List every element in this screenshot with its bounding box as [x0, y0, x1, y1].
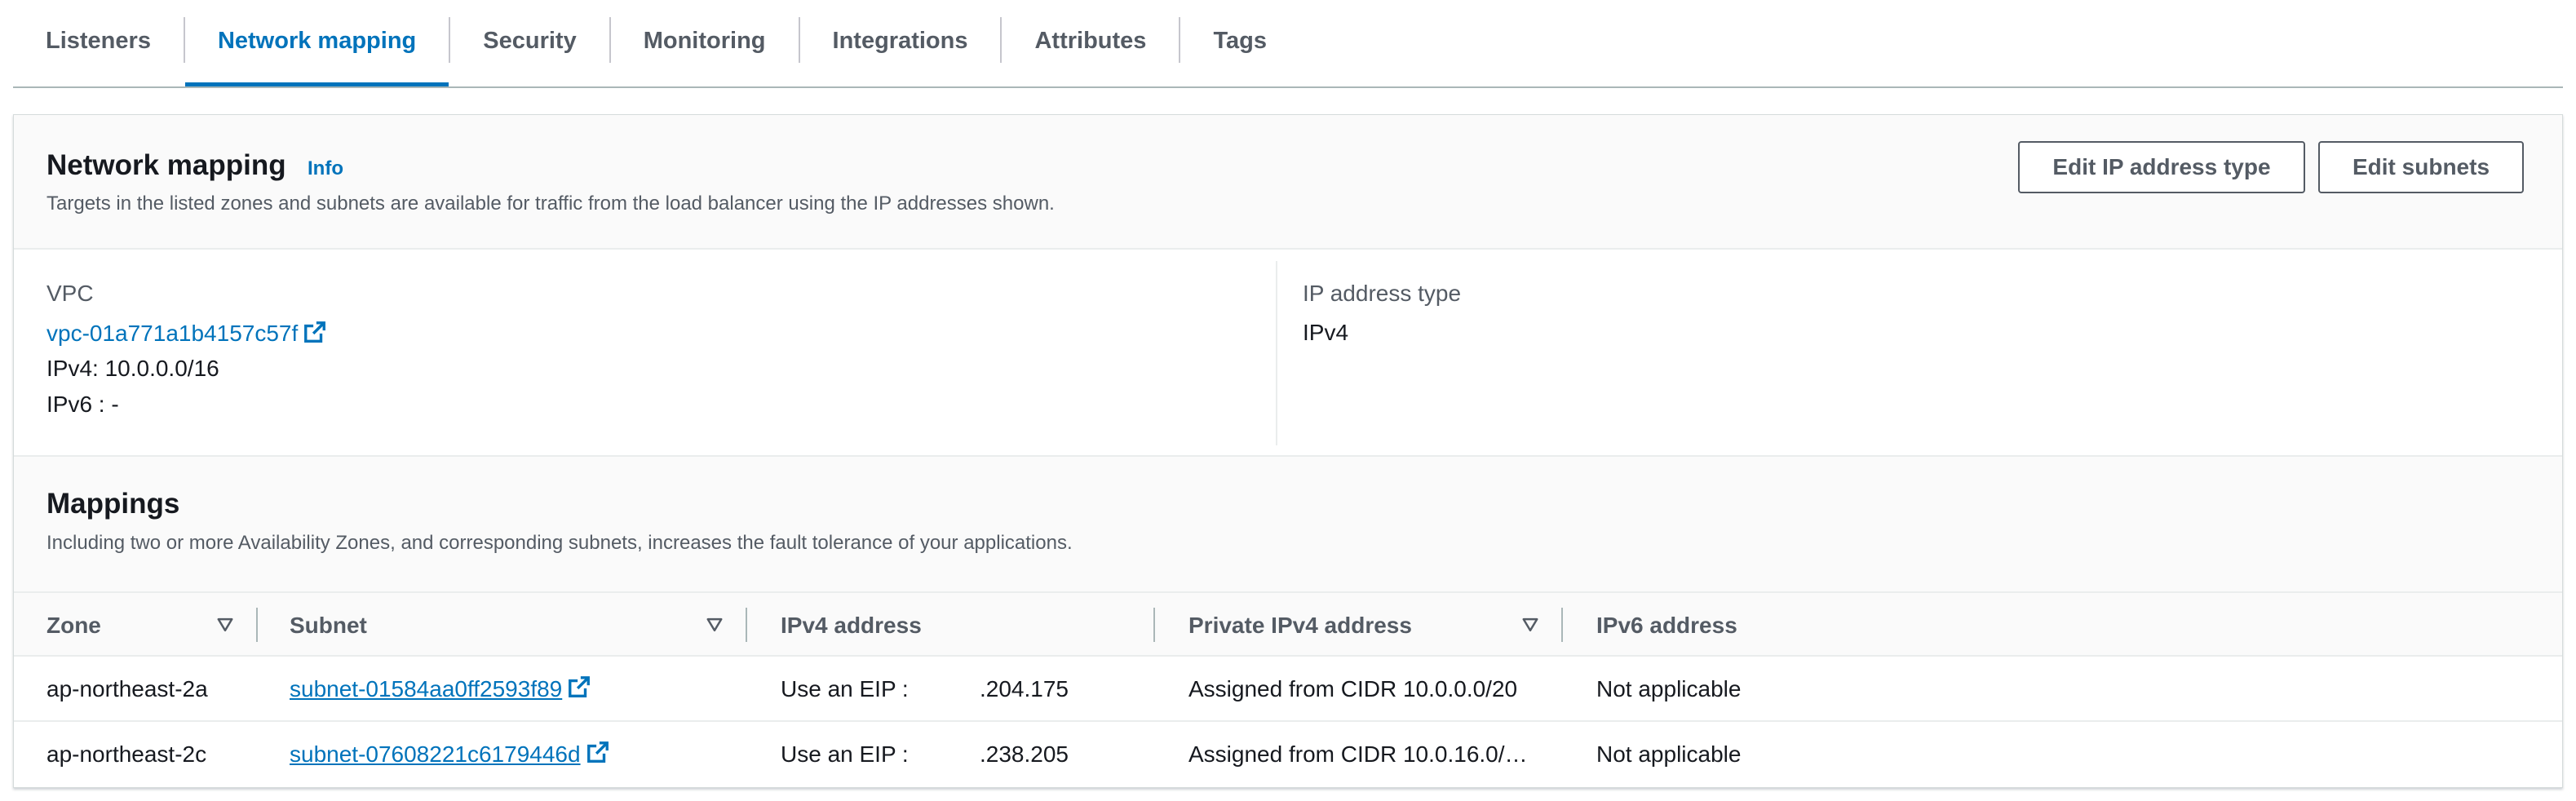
- vpc-ipv4: IPv4: 10.0.0.0/16: [46, 356, 219, 381]
- tab-network-mapping[interactable]: Network mapping: [184, 0, 449, 86]
- ip-address-type-value: IPv4: [1303, 320, 1349, 345]
- mappings-header: Mappings Including two or more Availabil…: [14, 457, 2562, 591]
- table-header: Zone Subnet IPv4 address Private IPv4 ad…: [14, 591, 2562, 657]
- external-link-icon[interactable]: [303, 320, 327, 350]
- network-mapping-panel: Network mapping Info Targets in the list…: [13, 114, 2563, 788]
- tab-tags[interactable]: Tags: [1180, 0, 1299, 82]
- vpc-link-wrapper: vpc-01a771a1b4157c57f: [46, 320, 327, 350]
- tab-bar: Listeners Network mapping Security Monit…: [13, 0, 2563, 88]
- tab-listeners[interactable]: Listeners: [13, 0, 184, 82]
- subnet-cell: subnet-01584aa0ff2593f89: [290, 657, 591, 722]
- sort-caret-icon[interactable]: [706, 616, 724, 634]
- column-resizer[interactable]: [1561, 608, 1563, 642]
- column-header-private-ipv4-address[interactable]: Private IPv4 address: [1188, 593, 1412, 658]
- sort-caret-icon[interactable]: [1521, 616, 1539, 634]
- external-link-icon[interactable]: [586, 740, 610, 770]
- tab-monitoring[interactable]: Monitoring: [611, 0, 799, 82]
- column-header-subnet[interactable]: Subnet: [290, 593, 367, 658]
- zone-cell: ap-northeast-2c: [46, 741, 207, 767]
- column-header-ipv4-address: IPv4 address: [781, 613, 922, 638]
- edit-ip-address-type-button[interactable]: Edit IP address type: [2018, 141, 2305, 193]
- column-resizer[interactable]: [1153, 608, 1155, 642]
- panel-title: Network mapping: [46, 149, 286, 181]
- subnet-cell: subnet-07608221c6179446d: [290, 722, 610, 787]
- private-ipv4-cell: Assigned from CIDR 10.0.16.0/…: [1188, 741, 1528, 767]
- sort-caret-icon[interactable]: [216, 616, 234, 634]
- subnet-link[interactable]: subnet-01584aa0ff2593f89: [290, 676, 562, 702]
- ipv4-value-cell: .204.175: [980, 676, 1069, 701]
- ipv4-value-cell: .238.205: [980, 741, 1069, 767]
- column-resizer[interactable]: [746, 608, 747, 642]
- ipv4-prefix-cell: Use an EIP :: [781, 741, 909, 767]
- subnet-link[interactable]: subnet-07608221c6179446d: [290, 741, 581, 768]
- panel-header: Network mapping Info Targets in the list…: [14, 115, 2562, 250]
- ip-address-type-label: IP address type: [1303, 281, 1462, 306]
- vpc-label: VPC: [46, 281, 94, 306]
- column-header-zone[interactable]: Zone: [46, 593, 101, 658]
- private-ipv4-cell: Assigned from CIDR 10.0.0.0/20: [1188, 676, 1518, 701]
- zone-cell: ap-northeast-2a: [46, 676, 208, 701]
- ipv4-prefix-cell: Use an EIP :: [781, 676, 909, 701]
- details-section: VPC vpc-01a771a1b4157c57f IPv4: 10.0.0.0…: [14, 250, 2562, 457]
- panel-description: Targets in the listed zones and subnets …: [46, 193, 1055, 215]
- edit-subnets-button[interactable]: Edit subnets: [2318, 141, 2524, 193]
- tab-integrations[interactable]: Integrations: [800, 0, 1001, 82]
- table-row: ap-northeast-2c subnet-07608221c6179446d…: [14, 722, 2562, 787]
- column-header-ipv6-address: IPv6 address: [1596, 613, 1737, 638]
- tab-security[interactable]: Security: [450, 0, 609, 82]
- vpc-ipv6: IPv6 : -: [46, 392, 119, 417]
- mappings-description: Including two or more Availability Zones…: [46, 532, 1073, 554]
- tab-attributes[interactable]: Attributes: [1002, 0, 1179, 82]
- mappings-title: Mappings: [46, 488, 180, 520]
- column-divider: [1276, 261, 1277, 445]
- ipv6-cell: Not applicable: [1596, 741, 1742, 767]
- table-row: ap-northeast-2a subnet-01584aa0ff2593f89…: [14, 657, 2562, 722]
- info-link[interactable]: Info: [308, 157, 343, 180]
- column-resizer[interactable]: [256, 608, 258, 642]
- external-link-icon[interactable]: [567, 675, 591, 705]
- ipv6-cell: Not applicable: [1596, 676, 1742, 701]
- vpc-link[interactable]: vpc-01a771a1b4157c57f: [46, 321, 298, 346]
